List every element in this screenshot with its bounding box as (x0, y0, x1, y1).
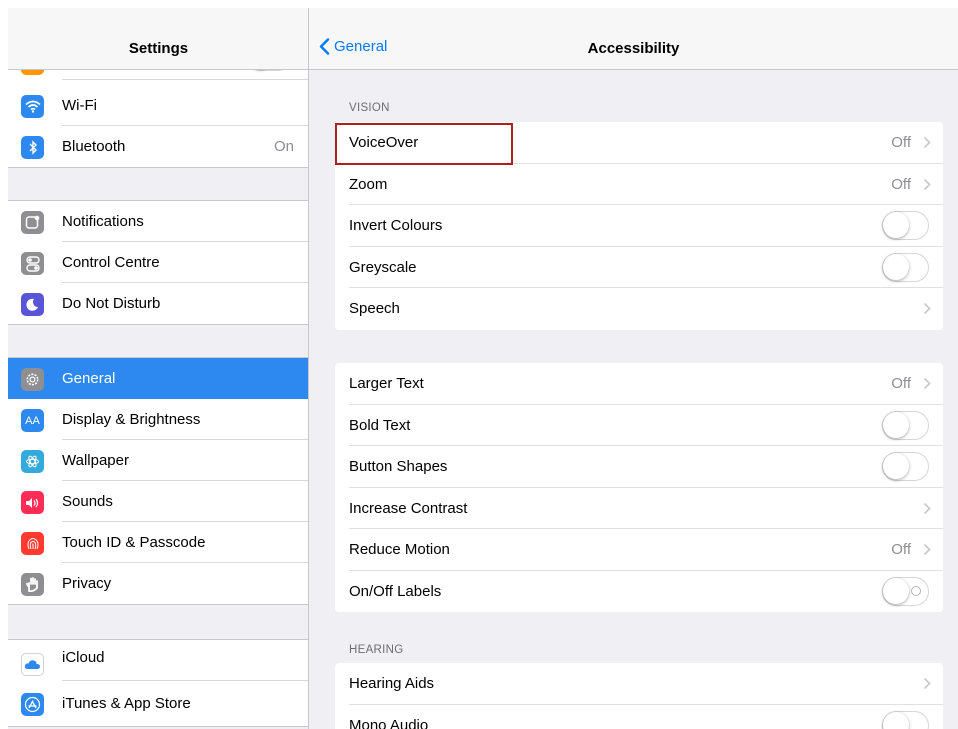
sidebar-item-notifications[interactable]: Notifications (8, 201, 308, 242)
sidebar-item-label: General (62, 370, 116, 387)
sidebar-item-label: Notifications (62, 213, 144, 230)
sidebar-item-label: Wallpaper (62, 452, 129, 469)
setting-row-reduce-motion[interactable]: Reduce Motion Off (335, 529, 943, 571)
sidebar-item-label: Touch ID & Passcode (62, 534, 206, 551)
setting-value: Off (891, 541, 911, 559)
on-off-labels-toggle[interactable] (882, 576, 929, 606)
off-label-icon (911, 585, 921, 596)
sidebar-item-label: iTunes & App Store (62, 695, 191, 712)
setting-row-voiceover[interactable]: VoiceOver Off (335, 122, 943, 164)
setting-label: Reduce Motion (349, 541, 450, 559)
sidebar-item-do-not-disturb[interactable]: Do Not Disturb (8, 283, 308, 324)
sounds-icon (21, 491, 44, 514)
setting-label: Speech (349, 300, 400, 318)
sidebar-item-label: Wi-Fi (62, 97, 97, 114)
setting-value: Off (891, 175, 911, 193)
sidebar-item-sounds[interactable]: Sounds (8, 481, 308, 522)
setting-label: VoiceOver (349, 134, 419, 152)
setting-label: Increase Contrast (349, 499, 468, 517)
setting-value: Off (891, 375, 911, 393)
button-shapes-toggle[interactable] (882, 452, 929, 481)
chevron-right-icon (923, 377, 931, 390)
sidebar-item-control-centre[interactable]: Control Centre (8, 242, 308, 283)
setting-row-mono-audio: Mono Audio (335, 705, 943, 729)
setting-row-speech[interactable]: Speech (335, 288, 943, 330)
settings-group-device: General AA Display & Brightness Wallpape… (8, 357, 308, 605)
setting-row-zoom[interactable]: Zoom Off (335, 164, 943, 205)
bluetooth-status: On (273, 138, 294, 155)
sidebar-item-privacy[interactable]: Privacy (8, 563, 308, 604)
setting-row-greyscale: Greyscale (335, 247, 943, 288)
chevron-right-icon (923, 677, 931, 690)
sidebar-item-bluetooth[interactable]: Bluetooth On (8, 126, 308, 167)
wifi-icon (21, 95, 44, 118)
sidebar-item-display-brightness[interactable]: AA Display & Brightness (8, 399, 308, 440)
setting-row-button-shapes: Button Shapes (335, 446, 943, 488)
sidebar-item-label: Control Centre (62, 254, 160, 271)
setting-row-invert-colours: Invert Colours (335, 205, 943, 247)
sidebar-item-label: iCloud (62, 649, 105, 666)
hearing-settings-card: Hearing Aids Mono Audio (335, 663, 943, 729)
sidebar-item-label: Privacy (62, 575, 112, 592)
setting-label: On/Off Labels (349, 582, 442, 600)
page-title: Accessibility (587, 40, 680, 57)
control-centre-icon (21, 252, 44, 275)
chevron-right-icon (923, 543, 931, 556)
chevron-right-icon (923, 136, 931, 149)
bluetooth-icon (21, 136, 44, 159)
accessibility-detail-pane: General Accessibility VISION VoiceOver O… (309, 8, 958, 729)
invert-colours-toggle[interactable] (882, 211, 929, 240)
settings-group-accounts: iCloud iTunes & App Store (8, 639, 308, 727)
sidebar-item-itunes-app-store[interactable]: iTunes & App Store (8, 681, 308, 726)
setting-row-bold-text: Bold Text (335, 405, 943, 446)
chevron-right-icon (923, 178, 931, 190)
hand-icon (21, 573, 44, 596)
sidebar-item-label: Sounds (62, 493, 113, 510)
setting-row-hearing-aids[interactable]: Hearing Aids (335, 663, 943, 705)
chevron-right-icon (923, 502, 931, 514)
accessibility-nav-bar: General Accessibility (309, 8, 958, 70)
chevron-right-icon (923, 302, 931, 315)
greyscale-toggle[interactable] (882, 252, 929, 282)
wallpaper-icon (21, 450, 44, 473)
section-header-hearing: HEARING (349, 644, 404, 656)
sidebar-item-icloud[interactable]: iCloud (8, 640, 308, 681)
settings-group-connectivity: Wi-Fi Bluetooth On (8, 85, 308, 168)
interaction-settings-card: Larger Text Off Bold Text Button Shapes … (335, 363, 943, 612)
sidebar-item-label: Do Not Disturb (62, 295, 161, 312)
page-title: Settings (128, 40, 189, 57)
mono-audio-toggle[interactable] (882, 710, 929, 729)
vision-settings-card: VoiceOver Off Zoom Off Invert Colours Gr… (335, 122, 943, 330)
settings-group-system: Notifications Control Centre Do Not Dist… (8, 200, 308, 325)
cloud-icon (21, 653, 44, 676)
sidebar-item-wifi[interactable]: Wi-Fi (8, 85, 308, 126)
display-icon: AA (21, 409, 44, 432)
moon-icon (21, 293, 44, 316)
setting-label: Larger Text (349, 375, 424, 393)
setting-row-on-off-labels: On/Off Labels (335, 571, 943, 613)
setting-label: Button Shapes (349, 458, 448, 476)
sidebar-item-touch-id[interactable]: Touch ID & Passcode (8, 522, 308, 563)
app-store-icon (21, 693, 44, 716)
setting-value: Off (891, 134, 911, 152)
bold-text-toggle[interactable] (882, 410, 929, 440)
setting-row-increase-contrast[interactable]: Increase Contrast (335, 488, 943, 529)
setting-label: Greyscale (349, 258, 417, 276)
setting-label: Zoom (349, 175, 388, 193)
notifications-icon (21, 211, 44, 234)
setting-row-larger-text[interactable]: Larger Text Off (335, 363, 943, 405)
settings-nav-bar: Settings (8, 8, 308, 70)
setting-label: Invert Colours (349, 217, 443, 235)
settings-master-pane: Wi-Fi Bluetooth On Notifications Control… (8, 8, 309, 729)
sidebar-item-label: Bluetooth (62, 138, 126, 155)
setting-label: Bold Text (349, 416, 411, 434)
section-header-vision: VISION (349, 102, 390, 114)
sidebar-item-general[interactable]: General (8, 358, 308, 399)
setting-label: Hearing Aids (349, 675, 435, 693)
setting-label: Mono Audio (349, 716, 429, 729)
sidebar-item-wallpaper[interactable]: Wallpaper (8, 440, 308, 481)
fingerprint-icon (21, 532, 44, 555)
gear-icon (21, 368, 44, 391)
sidebar-item-label: Display & Brightness (62, 411, 201, 428)
